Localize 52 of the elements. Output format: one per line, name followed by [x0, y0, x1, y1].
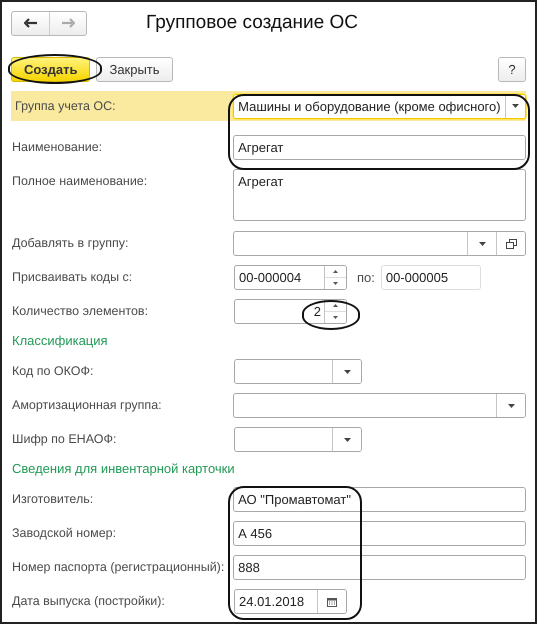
- field-label: Заводской номер:: [11, 525, 118, 542]
- text-area[interactable]: Агрегат: [233, 169, 526, 221]
- caret-icon: [512, 104, 519, 108]
- date-field[interactable]: 24.01.2018: [234, 589, 347, 614]
- section-heading: Сведения для инвентарной карточки: [11, 461, 235, 477]
- help-button[interactable]: ?: [498, 56, 526, 82]
- field-label: Амортизационная группа:: [11, 397, 163, 414]
- calendar-icon: [327, 596, 337, 606]
- dropdown-button[interactable]: [504, 94, 525, 118]
- field-label: Наименование:: [11, 139, 104, 156]
- close-button[interactable]: Закрыть: [96, 56, 173, 82]
- down-icon: [333, 316, 338, 319]
- open-button[interactable]: [496, 232, 525, 255]
- caret-icon: [478, 242, 486, 246]
- number-field[interactable]: 2: [234, 299, 347, 324]
- open-icon: [506, 238, 516, 248]
- caret-icon: [508, 404, 514, 408]
- field-label: Шифр по ЕНАОФ:: [11, 431, 118, 448]
- field-label: Полное наименование:: [11, 173, 148, 190]
- field-label: Номер паспорта (регистрационный):: [11, 559, 226, 576]
- field-label: Добавлять в группу:: [11, 235, 130, 252]
- caret-icon: [344, 438, 350, 442]
- text-field[interactable]: А 456: [233, 521, 526, 546]
- dropdown-field[interactable]: [234, 427, 362, 452]
- text-field[interactable]: Агрегат: [233, 135, 526, 160]
- create-button[interactable]: Создать: [11, 56, 90, 82]
- text-field[interactable]: АО "Промавтомат": [233, 487, 526, 512]
- window-title: Групповое создание ОС: [146, 12, 358, 34]
- calendar-button[interactable]: [317, 590, 346, 613]
- field-label: Дата выпуска (постройки):: [11, 593, 166, 610]
- forward-arrow-icon: [62, 18, 74, 28]
- field-label: Количество элементов:: [11, 303, 150, 320]
- field-label: Группа учета ОС:: [14, 98, 117, 115]
- field-label: Изготовитель:: [11, 491, 94, 508]
- spin-down-button[interactable]: [325, 277, 346, 289]
- down-icon: [333, 282, 338, 285]
- spin-down-button[interactable]: [325, 311, 346, 323]
- field-label: Код по ОКОФ:: [11, 363, 94, 380]
- caret-icon: [344, 370, 350, 374]
- dropdown-field[interactable]: Машины и оборудование (кроме офисного): [233, 94, 526, 118]
- dropdown-field[interactable]: [234, 359, 362, 384]
- up-icon: [333, 270, 338, 273]
- text-field[interactable]: 888: [233, 555, 526, 580]
- field-label: по:: [357, 269, 375, 287]
- back-arrow-icon: [24, 18, 37, 28]
- code-field[interactable]: 00-000004: [234, 265, 347, 290]
- up-icon: [333, 304, 338, 307]
- dropdown-field[interactable]: [233, 393, 526, 418]
- dropdown-field[interactable]: [233, 231, 526, 256]
- field-label: Присваивать коды с:: [11, 269, 134, 286]
- code-field: 00-000005: [380, 265, 481, 290]
- section-heading: Классификация: [11, 333, 108, 349]
